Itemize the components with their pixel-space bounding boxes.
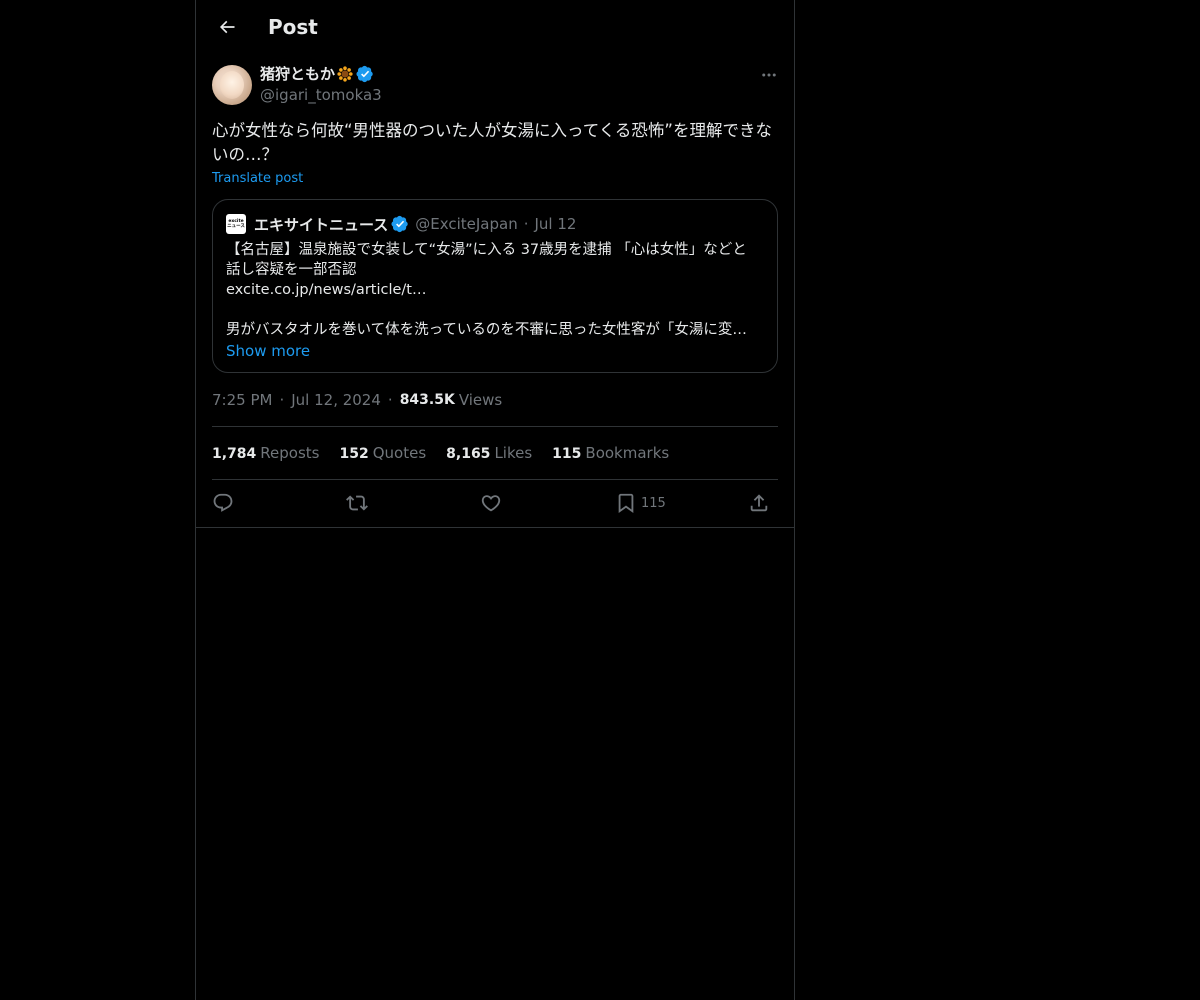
post-stats: 1,784 Reposts 152 Quotes 8,165 Likes 115 Boo… [212, 443, 689, 463]
quoted-post-header: excite ニュース エキサイトニュース @ExciteJapan · Jul… [226, 214, 576, 234]
bookmarks-count: 115 [552, 446, 582, 462]
bookmarks-label: Bookmarks [585, 444, 670, 462]
reposts-stat[interactable]: 1,784 Reposts [212, 444, 319, 462]
reposts-count: 1,784 [212, 446, 257, 462]
translate-post-link[interactable]: Translate post [212, 170, 303, 188]
reply-icon [213, 493, 233, 512]
post-header: Post [196, 0, 794, 53]
quotes-label: Quotes [372, 444, 427, 462]
bookmark-button[interactable]: 115 [615, 492, 666, 514]
reply-button[interactable] [212, 492, 234, 514]
more-options-button[interactable] [744, 64, 778, 86]
likes-label: Likes [494, 444, 533, 462]
show-more-link[interactable]: Show more [226, 341, 310, 361]
quoted-post[interactable]: excite ニュース エキサイトニュース @ExciteJapan · Jul… [212, 199, 778, 373]
repost-icon [346, 495, 368, 511]
like-button[interactable] [480, 492, 502, 514]
page-title: Post [268, 15, 318, 39]
quotes-count: 152 [339, 446, 369, 462]
post-meta: 7:25 PM · Jul 12, 2024 · 843.5K Views [212, 390, 502, 410]
quotes-stat[interactable]: 152 Quotes [339, 444, 426, 462]
avatar[interactable] [212, 65, 252, 105]
repost-button[interactable] [346, 492, 368, 514]
quoted-avatar[interactable]: excite ニュース [226, 214, 246, 234]
divider [212, 426, 778, 427]
quoted-post-date: Jul 12 [534, 215, 577, 233]
share-button[interactable] [748, 492, 770, 514]
views-label: Views [458, 391, 503, 409]
quoted-author-handle: @ExciteJapan [415, 215, 518, 233]
back-arrow-icon [219, 20, 235, 34]
likes-count: 8,165 [446, 446, 491, 462]
quoted-line: 男がバスタオルを巻いて体を洗っているのを不審に思った女性客が「女湯に変… [226, 322, 747, 338]
post-author: 猪狩ともか @igari_tomoka3 [212, 64, 778, 108]
quoted-line: 【名古屋】温泉施設で女装して“女湯”に入る 37歳男を逮捕 「心は女性」などと [226, 242, 747, 258]
views-count: 843.5K [399, 392, 455, 408]
back-button[interactable] [212, 12, 242, 42]
quoted-line-blank [226, 300, 766, 320]
quoted-verified-badge-icon [391, 215, 408, 233]
separator-dot: · [279, 391, 285, 409]
author-handle[interactable]: @igari_tomoka3 [260, 85, 382, 105]
action-bar: 115 [212, 480, 778, 527]
quoted-author-name: エキサイトニュース [254, 215, 389, 234]
more-dots-icon [762, 73, 776, 77]
sunflower-emoji-icon [337, 66, 353, 82]
verified-badge-icon[interactable] [356, 65, 374, 83]
separator-dot: · [523, 215, 529, 233]
share-icon [750, 494, 768, 512]
quoted-link[interactable]: excite.co.jp/news/article/t… [226, 280, 766, 300]
bookmark-icon [618, 493, 634, 514]
separator-dot: · [387, 391, 393, 409]
reposts-label: Reposts [260, 444, 320, 462]
quoted-post-text: 【名古屋】温泉施設で女装して“女湯”に入る 37歳男を逮捕 「心は女性」などと … [226, 240, 766, 340]
bookmarks-stat[interactable]: 115 Bookmarks [552, 444, 669, 462]
like-icon [481, 495, 501, 512]
author-name[interactable]: 猪狩ともか [260, 64, 335, 84]
post-text: 心が女性なら何故“男性器のついた人が女湯に入ってくる恐怖”を理解できないの…？ [212, 121, 772, 164]
likes-stat[interactable]: 8,165 Likes [446, 444, 532, 462]
quoted-logo-line-2: ニュース [227, 224, 245, 229]
post-time[interactable]: 7:25 PM [212, 391, 272, 409]
bookmark-count: 115 [641, 495, 666, 511]
quoted-line: 話し容疑を一部否認 [226, 262, 357, 278]
post-column: Post 猪狩ともか @igari_tomoka3 心が女性なら何故“男性器のつ… [195, 0, 795, 1000]
post-bottom-border [196, 527, 794, 528]
author-name-row[interactable]: 猪狩ともか [260, 64, 374, 84]
post-date[interactable]: Jul 12, 2024 [291, 391, 381, 409]
